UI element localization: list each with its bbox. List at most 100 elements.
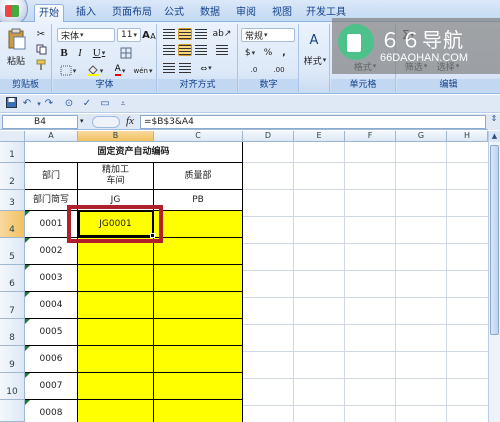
paste-icon[interactable] (4, 26, 28, 52)
formula-input[interactable]: =$B$3&A4 (140, 115, 486, 129)
cell-c2[interactable]: 质量部 (154, 163, 243, 190)
font-size-select[interactable]: 11 (117, 28, 141, 42)
print-preview-icon[interactable]: ⊙ (62, 97, 76, 111)
align-left-icon[interactable] (162, 44, 176, 56)
increase-indent-icon[interactable] (178, 62, 192, 74)
name-box[interactable]: B4 (2, 115, 78, 129)
format-painter-icon[interactable] (34, 58, 48, 71)
row-header-4[interactable]: 4 (0, 211, 25, 238)
italic-button[interactable]: I (73, 46, 87, 60)
cell-b2[interactable]: 精加工 车间 (78, 163, 154, 190)
decrease-decimal-button[interactable]: .00 (267, 64, 291, 76)
worksheet-grid[interactable]: A B C D E F G H 1 2 3 4 5 6 7 8 9 10 固定资… (0, 131, 488, 422)
spell-check-icon[interactable]: ✓ (80, 97, 94, 111)
cell-a3[interactable]: 部门简写 (25, 190, 78, 211)
cell-b9[interactable] (78, 346, 154, 373)
cell-a2[interactable]: 部门 (25, 163, 78, 190)
row-header-10[interactable]: 10 (0, 373, 25, 400)
cut-icon[interactable]: ✂ (34, 28, 48, 41)
cell-c10[interactable] (154, 373, 243, 400)
font-dialog-icon[interactable] (119, 46, 133, 60)
bold-button[interactable]: B (57, 46, 71, 60)
borders-icon[interactable] (57, 64, 79, 77)
name-box-dropdown-icon[interactable]: ▾ (80, 117, 84, 125)
cell-c6[interactable] (154, 265, 243, 292)
align-middle-icon[interactable] (178, 28, 192, 40)
row-header-9[interactable]: 9 (0, 346, 25, 373)
merge-center-icon[interactable]: ⇔ (196, 62, 216, 74)
redo-icon[interactable]: ↷ (42, 97, 56, 111)
open-icon[interactable]: ▭ (98, 97, 112, 111)
empty-grid[interactable] (243, 142, 488, 422)
cell-c8[interactable] (154, 319, 243, 346)
row-header-3[interactable]: 3 (0, 190, 25, 211)
tab-page-layout[interactable]: 页面布局 (108, 4, 156, 22)
styles-icon[interactable]: A (302, 28, 326, 52)
active-cell-b4[interactable]: JG0001 (78, 211, 154, 238)
tab-review[interactable]: 审阅 (232, 4, 260, 22)
cell-b3[interactable]: JG (78, 190, 154, 211)
phonetic-button[interactable]: wén (133, 64, 153, 77)
tab-data[interactable]: 数据 (196, 4, 224, 22)
select-all-corner[interactable] (0, 131, 25, 142)
column-header-f[interactable]: F (345, 131, 396, 142)
row-header-5[interactable]: 5 (0, 238, 25, 265)
align-top-icon[interactable] (162, 28, 176, 40)
decrease-indent-icon[interactable] (162, 62, 176, 74)
code-cell[interactable]: 0002 (25, 238, 78, 265)
column-header-d[interactable]: D (243, 131, 294, 142)
title-cell[interactable]: 固定资产自动编码 (25, 142, 243, 163)
scroll-thumb[interactable] (490, 145, 499, 335)
align-bottom-icon[interactable] (194, 28, 208, 40)
code-cell[interactable]: 0004 (25, 292, 78, 319)
column-header-b[interactable]: B (78, 131, 154, 142)
vertical-scrollbar[interactable]: ▲ (488, 131, 500, 422)
code-cell[interactable]: 0003 (25, 265, 78, 292)
code-cell[interactable]: 0001 (25, 211, 78, 238)
code-cell[interactable]: 0005 (25, 319, 78, 346)
currency-button[interactable]: $ (241, 46, 259, 59)
align-right-icon[interactable] (194, 44, 208, 56)
font-color-button[interactable]: A (109, 64, 131, 77)
code-cell[interactable]: 0006 (25, 346, 78, 373)
paste-button[interactable]: 粘贴 (2, 54, 30, 67)
cell-c7[interactable] (154, 292, 243, 319)
column-header-g[interactable]: G (396, 131, 447, 142)
cell-c5[interactable] (154, 238, 243, 265)
tab-formulas[interactable]: 公式 (160, 4, 188, 22)
column-header-c[interactable]: C (154, 131, 243, 142)
underline-button[interactable]: U (89, 46, 109, 60)
cell-c9[interactable] (154, 346, 243, 373)
row-header-2[interactable]: 2 (0, 163, 25, 190)
column-header-h[interactable]: H (447, 131, 488, 142)
increase-decimal-button[interactable]: .0 (243, 64, 265, 76)
percent-button[interactable]: % (261, 46, 275, 59)
shrink-font-button[interactable]: A (149, 30, 157, 42)
font-name-select[interactable]: 宋体 (57, 28, 115, 42)
code-cell[interactable]: 0007 (25, 373, 78, 400)
insert-function-button[interactable]: fx (126, 115, 138, 129)
cell-b7[interactable] (78, 292, 154, 319)
comma-button[interactable]: , (277, 46, 291, 59)
copy-icon[interactable] (34, 43, 48, 56)
fill-color-icon[interactable] (83, 64, 107, 77)
cell-b6[interactable] (78, 265, 154, 292)
cell-c11[interactable] (154, 400, 243, 422)
row-header-1[interactable]: 1 (0, 142, 25, 163)
code-cell[interactable]: 0008 (25, 400, 78, 422)
align-center-icon[interactable] (178, 44, 192, 56)
column-header-a[interactable]: A (25, 131, 78, 142)
expand-formula-bar-icon[interactable]: ⇕ (488, 114, 500, 130)
cell-c3[interactable]: PB (154, 190, 243, 211)
number-format-select[interactable]: 常规 (241, 28, 295, 42)
cell-b11[interactable] (78, 400, 154, 422)
tab-insert[interactable]: 插入 (72, 4, 100, 22)
tab-view[interactable]: 视图 (268, 4, 296, 22)
cell-b10[interactable] (78, 373, 154, 400)
styles-button[interactable]: 样式 (300, 54, 330, 67)
cell-c4[interactable] (154, 211, 243, 238)
row-header-7[interactable]: 7 (0, 292, 25, 319)
orientation-icon[interactable]: ab↗ (212, 28, 232, 40)
fill-handle[interactable] (150, 233, 155, 238)
save-icon[interactable] (4, 97, 18, 111)
